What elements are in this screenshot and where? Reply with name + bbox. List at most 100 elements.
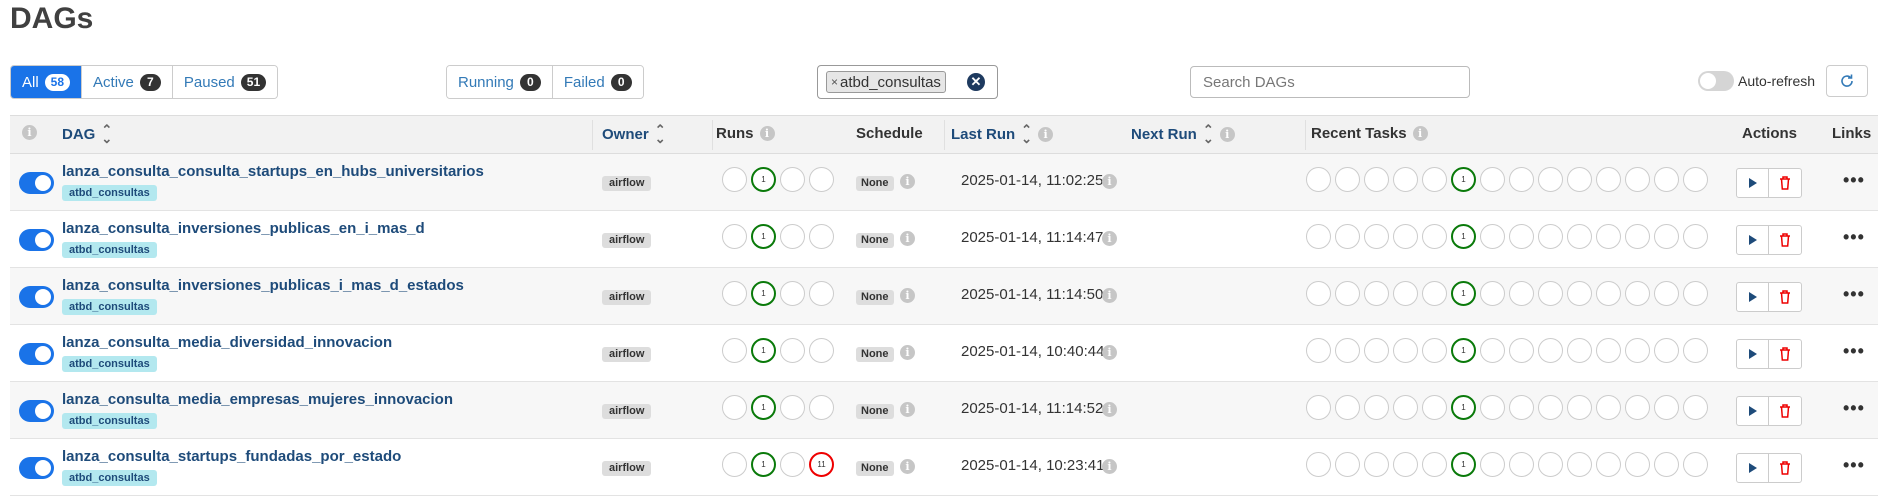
- dag-pause-toggle[interactable]: [19, 400, 54, 422]
- dag-pause-toggle[interactable]: [19, 172, 54, 194]
- run-status-circle[interactable]: [809, 281, 834, 306]
- filter-active-button[interactable]: Active 7: [82, 66, 173, 98]
- delete-dag-button[interactable]: [1769, 169, 1801, 197]
- task-status-circle[interactable]: [1306, 338, 1331, 363]
- auto-refresh-toggle[interactable]: [1698, 71, 1734, 91]
- tag-filter-select[interactable]: × atbd_consultas ✕: [817, 65, 998, 99]
- task-status-circle[interactable]: [1596, 167, 1621, 192]
- run-status-circle[interactable]: [780, 338, 805, 363]
- delete-dag-button[interactable]: [1769, 340, 1801, 368]
- task-status-circle[interactable]: [1538, 452, 1563, 477]
- task-status-circle[interactable]: [1596, 224, 1621, 249]
- task-status-circle[interactable]: [1596, 395, 1621, 420]
- dag-tag[interactable]: atbd_consultas: [62, 299, 157, 315]
- task-status-circle[interactable]: [1509, 167, 1534, 192]
- task-status-circle[interactable]: [1364, 224, 1389, 249]
- header-next-run[interactable]: Next Run ⌃ ⌄ i: [1131, 123, 1235, 145]
- dag-id-link[interactable]: lanza_consulta_inversiones_publicas_i_ma…: [62, 277, 464, 294]
- task-status-circle[interactable]: [1683, 338, 1708, 363]
- task-status-circle[interactable]: [1683, 395, 1708, 420]
- task-status-circle[interactable]: [1567, 224, 1592, 249]
- trigger-dag-button[interactable]: [1737, 283, 1769, 311]
- run-status-circle[interactable]: [809, 338, 834, 363]
- task-status-circle[interactable]: [1306, 224, 1331, 249]
- task-status-circle[interactable]: [1654, 224, 1679, 249]
- task-status-circle[interactable]: [1422, 224, 1447, 249]
- more-links-icon[interactable]: •••: [1843, 170, 1865, 191]
- task-status-circle[interactable]: [1625, 338, 1650, 363]
- task-status-circle[interactable]: 1: [1451, 167, 1476, 192]
- clear-tags-icon[interactable]: ✕: [967, 73, 985, 91]
- run-status-circle[interactable]: [722, 167, 747, 192]
- remove-tag-icon[interactable]: ×: [831, 75, 838, 89]
- task-status-circle[interactable]: [1654, 281, 1679, 306]
- last-run-link[interactable]: 2025-01-14, 10:23:41: [961, 457, 1104, 474]
- trigger-dag-button[interactable]: [1737, 340, 1769, 368]
- run-status-circle[interactable]: [722, 452, 747, 477]
- dag-id-link[interactable]: lanza_consulta_consulta_startups_en_hubs…: [62, 163, 484, 180]
- task-status-circle[interactable]: [1393, 167, 1418, 192]
- dag-pause-toggle[interactable]: [19, 457, 54, 479]
- trigger-dag-button[interactable]: [1737, 454, 1769, 482]
- task-status-circle[interactable]: [1683, 167, 1708, 192]
- delete-dag-button[interactable]: [1769, 226, 1801, 254]
- more-links-icon[interactable]: •••: [1843, 455, 1865, 476]
- task-status-circle[interactable]: 1: [1451, 395, 1476, 420]
- task-status-circle[interactable]: [1683, 452, 1708, 477]
- run-status-circle[interactable]: 1: [751, 395, 776, 420]
- run-status-circle[interactable]: [780, 452, 805, 477]
- task-status-circle[interactable]: [1538, 281, 1563, 306]
- task-status-circle[interactable]: [1567, 452, 1592, 477]
- delete-dag-button[interactable]: [1769, 397, 1801, 425]
- task-status-circle[interactable]: [1480, 224, 1505, 249]
- run-status-circle[interactable]: [722, 395, 747, 420]
- run-status-circle[interactable]: 11: [809, 452, 834, 477]
- task-status-circle[interactable]: [1654, 395, 1679, 420]
- task-status-circle[interactable]: [1393, 395, 1418, 420]
- more-links-icon[interactable]: •••: [1843, 284, 1865, 305]
- run-status-circle[interactable]: [780, 395, 805, 420]
- task-status-circle[interactable]: [1335, 281, 1360, 306]
- task-status-circle[interactable]: [1422, 167, 1447, 192]
- run-status-circle[interactable]: [780, 224, 805, 249]
- task-status-circle[interactable]: [1567, 395, 1592, 420]
- filter-paused-button[interactable]: Paused 51: [172, 66, 278, 98]
- task-status-circle[interactable]: [1364, 338, 1389, 363]
- task-status-circle[interactable]: [1306, 395, 1331, 420]
- dag-pause-toggle[interactable]: [19, 343, 54, 365]
- task-status-circle[interactable]: [1335, 452, 1360, 477]
- task-status-circle[interactable]: [1393, 224, 1418, 249]
- task-status-circle[interactable]: [1364, 167, 1389, 192]
- dag-id-link[interactable]: lanza_consulta_inversiones_publicas_en_i…: [62, 220, 425, 237]
- task-status-circle[interactable]: 1: [1451, 452, 1476, 477]
- run-status-circle[interactable]: [722, 224, 747, 249]
- task-status-circle[interactable]: [1625, 281, 1650, 306]
- dag-tag[interactable]: atbd_consultas: [62, 356, 157, 372]
- more-links-icon[interactable]: •••: [1843, 398, 1865, 419]
- refresh-button[interactable]: [1826, 65, 1868, 97]
- task-status-circle[interactable]: [1364, 395, 1389, 420]
- run-status-circle[interactable]: [809, 167, 834, 192]
- task-status-circle[interactable]: [1422, 395, 1447, 420]
- task-status-circle[interactable]: [1480, 452, 1505, 477]
- task-status-circle[interactable]: [1335, 338, 1360, 363]
- task-status-circle[interactable]: [1335, 224, 1360, 249]
- task-status-circle[interactable]: [1364, 281, 1389, 306]
- task-status-circle[interactable]: [1625, 452, 1650, 477]
- task-status-circle[interactable]: [1306, 452, 1331, 477]
- filter-failed-button[interactable]: Failed 0: [552, 66, 643, 98]
- task-status-circle[interactable]: [1480, 281, 1505, 306]
- dag-pause-toggle[interactable]: [19, 229, 54, 251]
- task-status-circle[interactable]: [1422, 281, 1447, 306]
- task-status-circle[interactable]: [1567, 167, 1592, 192]
- task-status-circle[interactable]: [1596, 452, 1621, 477]
- run-status-circle[interactable]: 1: [751, 452, 776, 477]
- trigger-dag-button[interactable]: [1737, 397, 1769, 425]
- task-status-circle[interactable]: [1480, 395, 1505, 420]
- task-status-circle[interactable]: [1335, 167, 1360, 192]
- task-status-circle[interactable]: [1654, 452, 1679, 477]
- task-status-circle[interactable]: [1393, 338, 1418, 363]
- task-status-circle[interactable]: [1509, 224, 1534, 249]
- task-status-circle[interactable]: [1509, 338, 1534, 363]
- task-status-circle[interactable]: [1480, 338, 1505, 363]
